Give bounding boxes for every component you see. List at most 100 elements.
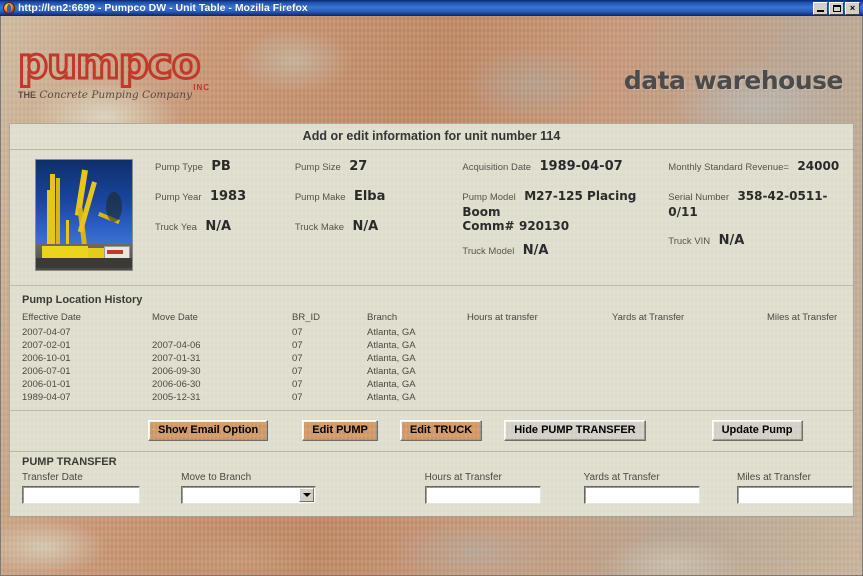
field-spacer: [140, 472, 181, 504]
cell-effective-date: 1989-04-07: [22, 392, 71, 403]
window-title: http://len2:6699 - Pumpco DW - Unit Tabl…: [18, 2, 308, 14]
cell-branch: Atlanta, GA: [367, 353, 416, 364]
field-value: N/A: [522, 243, 549, 258]
history-table-body: 2007-04-07 07 Atlanta, GA 2007-02-01 200…: [22, 326, 858, 404]
cell-yards: [612, 352, 767, 365]
unit-photo: [35, 159, 133, 271]
unit-fields-column-2: Pump Size 27 Pump Make Elba Truck Make N…: [295, 159, 463, 273]
column-header-branch: Branch: [367, 312, 398, 323]
table-row: 1989-04-07 2005-12-31 07 Atlanta, GA: [22, 391, 858, 404]
field-serial-number: Serial Number 358-42-0511-0/11: [668, 189, 849, 219]
cell-hours: [467, 391, 612, 404]
field-acquisition-date: Acquisition Date 1989-04-07: [462, 159, 668, 175]
content-panel: Add or edit information for unit number …: [9, 123, 854, 517]
field-monthly-standard-revenue: Monthly Standard Revenue= 24000: [668, 159, 849, 175]
cell-miles: [767, 339, 858, 352]
column-header-move-date: Move Date: [152, 312, 198, 323]
maximize-button[interactable]: [829, 1, 844, 15]
close-button[interactable]: ×: [845, 1, 860, 15]
field-label: Pump Type: [155, 162, 203, 173]
move-to-branch-select[interactable]: [181, 486, 317, 504]
update-pump-button[interactable]: Update Pump: [711, 420, 803, 441]
cell-miles: [767, 352, 858, 365]
logo-inc-mark: INC: [193, 83, 210, 92]
cell-br-id: 07: [292, 366, 303, 377]
unit-fields-column-3: Acquisition Date 1989-04-07 Pump Model M…: [462, 159, 668, 273]
table-row: 2006-10-01 2007-01-31 07 Atlanta, GA: [22, 352, 858, 365]
field-label: Acquisition Date: [462, 162, 532, 173]
field-pump-model: Pump Model M27-125 Placing Boom Comm# 92…: [462, 189, 668, 233]
field-value: N/A: [205, 219, 232, 234]
column-header-effective-date: Effective Date: [22, 312, 81, 323]
cell-br-id: 07: [292, 327, 303, 338]
field-value: 1989-04-07: [539, 159, 623, 174]
transfer-date-input[interactable]: [22, 486, 140, 504]
hours-at-transfer-field: Hours at Transfer: [424, 472, 541, 504]
cell-miles: [767, 378, 858, 391]
firefox-icon: [3, 2, 15, 14]
field-value: 27: [349, 159, 368, 174]
field-label: Truck Yea: [155, 222, 197, 233]
hours-at-transfer-label: Hours at Transfer: [424, 472, 502, 483]
field-value: 24000: [797, 159, 840, 173]
history-table: Effective Date Move Date BR_ID Branch Ho…: [22, 312, 858, 404]
title-bar: http://len2:6699 - Pumpco DW - Unit Tabl…: [0, 0, 863, 16]
field-truck-vin: Truck VIN N/A: [668, 233, 849, 249]
show-email-option-button[interactable]: Show Email Option: [148, 420, 269, 441]
miles-at-transfer-input[interactable]: [737, 486, 853, 504]
cell-move-date: 2007-04-06: [152, 340, 201, 351]
cell-effective-date: 2006-01-01: [22, 379, 71, 390]
pump-transfer-fields-row: Transfer Date Move to Branch Hours at Tr…: [22, 472, 853, 504]
caret-glyph: [302, 493, 311, 497]
cell-miles: [767, 365, 858, 378]
field-truck-year: Truck Yea N/A: [155, 219, 295, 235]
action-button-bar: Show Email Option Edit PUMP Edit TRUCK H…: [10, 411, 853, 451]
cell-move-date: 2007-01-31: [152, 353, 201, 364]
field-label: Pump Model: [462, 192, 516, 203]
edit-pump-button[interactable]: Edit PUMP: [302, 420, 378, 441]
logo-tagline-the: THE: [18, 90, 36, 100]
transfer-date-field: Transfer Date: [22, 472, 140, 504]
unit-fields-column-4: Monthly Standard Revenue= 24000 Serial N…: [668, 159, 849, 273]
edit-truck-button[interactable]: Edit TRUCK: [399, 420, 483, 441]
field-spacer: [700, 472, 737, 504]
hide-pump-transfer-button[interactable]: Hide PUMP TRANSFER: [504, 420, 646, 441]
cell-move-date: 2006-06-30: [152, 379, 201, 390]
field-label: Pump Year: [155, 192, 202, 203]
cell-branch: Atlanta, GA: [367, 392, 416, 403]
field-value: PB: [211, 159, 231, 174]
yards-at-transfer-input[interactable]: [583, 486, 700, 504]
cell-hours: [467, 352, 612, 365]
cell-hours: [467, 378, 612, 391]
field-pump-make: Pump Make Elba: [295, 189, 463, 205]
cell-miles: [767, 326, 858, 339]
pump-transfer-title: PUMP TRANSFER: [22, 456, 117, 468]
field-label: Pump Size: [294, 162, 341, 173]
table-row: 2007-04-07 07 Atlanta, GA: [22, 326, 858, 339]
hours-at-transfer-input[interactable]: [424, 486, 541, 504]
table-row: 2006-07-01 2006-09-30 07 Atlanta, GA: [22, 365, 858, 378]
cell-hours: [467, 339, 612, 352]
cell-branch: Atlanta, GA: [367, 366, 416, 377]
cell-br-id: 07: [292, 379, 303, 390]
unit-fields: Pump Type PB Pump Year 1983 Truck Yea N/…: [155, 159, 853, 273]
field-comm-label: Comm#: [462, 219, 515, 233]
close-icon: ×: [849, 2, 856, 13]
cell-effective-date: 2006-10-01: [22, 353, 71, 364]
cell-branch: Atlanta, GA: [367, 327, 416, 338]
field-comm-value: 920130: [518, 219, 570, 233]
logo-wordmark: pumpco: [17, 39, 203, 88]
cell-br-id: 07: [292, 392, 303, 403]
minimize-button[interactable]: [813, 1, 828, 15]
field-value: 1983: [209, 189, 247, 204]
browser-window: http://len2:6699 - Pumpco DW - Unit Tabl…: [0, 0, 863, 576]
move-to-branch-value: [182, 487, 299, 503]
chevron-down-icon[interactable]: [299, 488, 315, 502]
cell-yards: [612, 378, 767, 391]
field-label: Truck VIN: [668, 236, 711, 247]
field-value: N/A: [718, 233, 745, 248]
field-label: Truck Make: [294, 222, 345, 233]
cell-br-id: 07: [292, 353, 303, 364]
field-label: Serial Number: [668, 192, 729, 203]
field-spacer: [316, 472, 424, 504]
